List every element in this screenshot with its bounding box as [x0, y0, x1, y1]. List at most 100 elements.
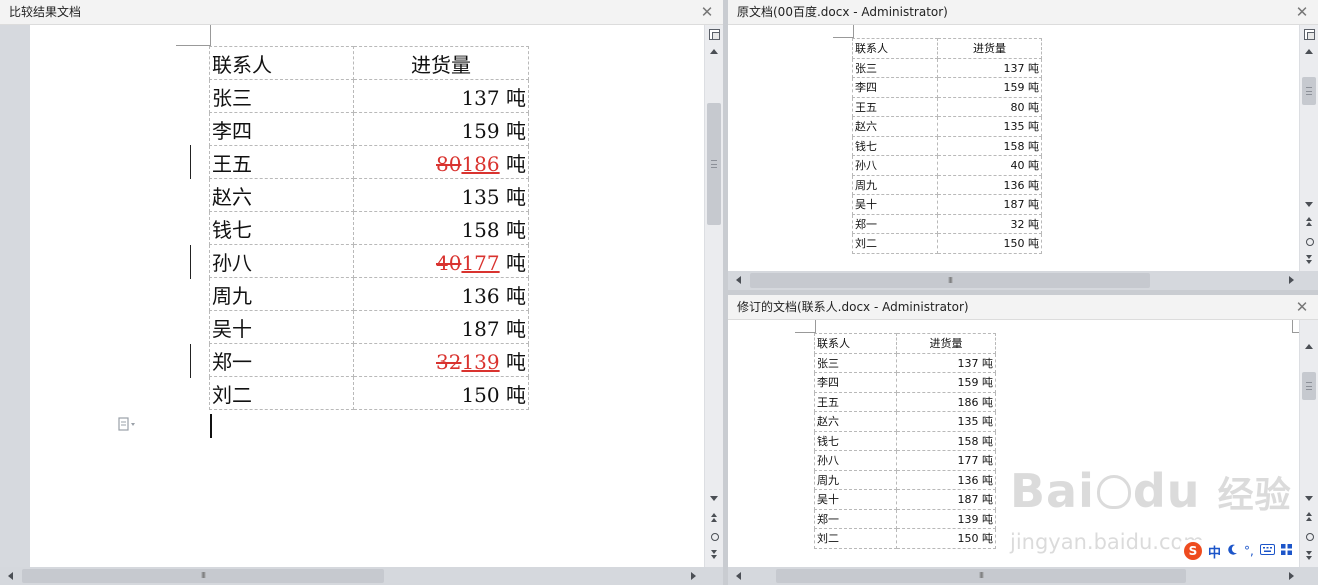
name-cell[interactable]: 郑一 — [814, 508, 897, 529]
quantity-cell[interactable]: 159 吨 — [937, 77, 1042, 98]
scroll-right-icon[interactable] — [686, 569, 700, 583]
scrollbar-thumb[interactable] — [707, 103, 721, 225]
quantity-cell-revised[interactable]: 32139 吨 — [353, 343, 529, 377]
menu-grid-icon[interactable] — [1280, 544, 1292, 558]
horizontal-scrollbar[interactable]: III — [728, 567, 1318, 585]
name-cell[interactable]: 赵六 — [814, 411, 897, 432]
name-cell[interactable]: 张三 — [852, 57, 938, 78]
quantity-cell[interactable]: 158 吨 — [896, 430, 996, 451]
ime-toolbar[interactable]: S 中 °, — [1180, 540, 1296, 562]
quantity-cell[interactable]: 136 吨 — [353, 277, 529, 311]
split-view-icon[interactable] — [1302, 27, 1316, 41]
quantity-cell[interactable]: 159 吨 — [896, 372, 996, 393]
next-page-icon[interactable] — [1302, 252, 1316, 266]
close-icon[interactable]: ✕ — [1294, 295, 1310, 320]
name-cell[interactable]: 周九 — [852, 174, 938, 195]
name-cell[interactable]: 王五 — [814, 391, 897, 412]
name-cell[interactable]: 钱七 — [852, 135, 938, 156]
header-cell[interactable]: 联系人 — [852, 38, 938, 59]
quantity-cell[interactable]: 135 吨 — [896, 411, 996, 432]
scrollbar-thumb[interactable]: III — [750, 273, 1150, 288]
name-cell[interactable]: 李四 — [209, 112, 354, 146]
quantity-cell[interactable]: 135 吨 — [353, 178, 529, 212]
name-cell[interactable]: 周九 — [814, 469, 897, 490]
name-cell[interactable]: 郑一 — [209, 343, 354, 377]
name-cell[interactable]: 钱七 — [209, 211, 354, 245]
header-cell[interactable]: 联系人 — [814, 333, 897, 354]
name-cell[interactable]: 吴十 — [209, 310, 354, 344]
name-cell[interactable]: 张三 — [209, 79, 354, 113]
name-cell[interactable]: 周九 — [209, 277, 354, 311]
scroll-down-icon[interactable] — [1302, 197, 1316, 211]
quantity-cell[interactable]: 137 吨 — [353, 79, 529, 113]
name-cell[interactable]: 刘二 — [814, 528, 897, 549]
document-page[interactable]: 联系人 进货量 张三 137 吨 李四 159 吨 王五 186 吨 赵六 135 吨 … — [728, 320, 1299, 567]
scroll-left-icon[interactable] — [732, 569, 746, 583]
name-cell[interactable]: 李四 — [814, 372, 897, 393]
next-page-icon[interactable] — [707, 547, 721, 561]
name-cell[interactable]: 郑一 — [852, 213, 938, 234]
horizontal-scrollbar[interactable]: III — [728, 271, 1318, 290]
quantity-cell[interactable]: 159 吨 — [353, 112, 529, 146]
quantity-cell[interactable]: 150 吨 — [937, 233, 1042, 254]
quantity-cell[interactable]: 137 吨 — [896, 352, 996, 373]
scroll-up-icon[interactable] — [1302, 45, 1316, 59]
header-cell[interactable]: 进货量 — [896, 333, 996, 354]
header-cell[interactable]: 进货量 — [937, 38, 1042, 59]
scroll-down-icon[interactable] — [707, 491, 721, 505]
paste-options-icon[interactable] — [118, 417, 136, 435]
name-cell[interactable]: 王五 — [852, 96, 938, 117]
ime-language-toggle[interactable]: 中 — [1208, 542, 1221, 561]
scroll-right-icon[interactable] — [1284, 569, 1298, 583]
quantity-cell[interactable]: 158 吨 — [937, 135, 1042, 156]
quantity-cell[interactable]: 135 吨 — [937, 116, 1042, 137]
name-cell[interactable]: 吴十 — [814, 489, 897, 510]
name-cell[interactable]: 刘二 — [852, 233, 938, 254]
header-cell[interactable]: 联系人 — [209, 46, 354, 80]
browse-object-icon[interactable] — [1302, 529, 1316, 543]
scrollbar-thumb[interactable] — [1302, 77, 1316, 105]
scroll-down-icon[interactable] — [1302, 491, 1316, 505]
name-cell[interactable]: 赵六 — [852, 116, 938, 137]
scroll-left-icon[interactable] — [4, 569, 18, 583]
keyboard-icon[interactable] — [1259, 544, 1275, 558]
quantity-cell[interactable]: 139 吨 — [896, 508, 996, 529]
previous-page-icon[interactable] — [707, 511, 721, 525]
vertical-scrollbar[interactable] — [1299, 25, 1318, 271]
browse-object-icon[interactable] — [707, 529, 721, 543]
quantity-cell-revised[interactable]: 80186 吨 — [353, 145, 529, 179]
quantity-cell[interactable]: 177 吨 — [896, 450, 996, 471]
quantity-cell[interactable]: 158 吨 — [353, 211, 529, 245]
quantity-cell[interactable]: 187 吨 — [937, 194, 1042, 215]
quantity-cell[interactable]: 186 吨 — [896, 391, 996, 412]
previous-page-icon[interactable] — [1302, 510, 1316, 524]
split-view-icon[interactable] — [707, 27, 721, 41]
quantity-cell[interactable]: 32 吨 — [937, 213, 1042, 234]
scroll-left-icon[interactable] — [732, 273, 746, 287]
name-cell[interactable]: 王五 — [209, 145, 354, 179]
quantity-cell[interactable]: 150 吨 — [353, 376, 529, 410]
previous-page-icon[interactable] — [1302, 215, 1316, 229]
quantity-cell[interactable]: 136 吨 — [937, 174, 1042, 195]
name-cell[interactable]: 吴十 — [852, 194, 938, 215]
document-page[interactable]: 联系人 进货量 张三 137 吨 李四 159 吨 王五 80 吨 赵六 135 吨 钱… — [728, 25, 1299, 271]
name-cell[interactable]: 孙八 — [852, 155, 938, 176]
horizontal-scrollbar[interactable]: III — [0, 567, 723, 585]
quantity-cell[interactable]: 40 吨 — [937, 155, 1042, 176]
quantity-cell[interactable]: 187 吨 — [896, 489, 996, 510]
browse-object-icon[interactable] — [1302, 234, 1316, 248]
scroll-up-icon[interactable] — [707, 45, 721, 59]
name-cell[interactable]: 张三 — [814, 352, 897, 373]
name-cell[interactable]: 赵六 — [209, 178, 354, 212]
scrollbar-thumb[interactable]: III — [776, 569, 1186, 583]
close-icon[interactable]: ✕ — [1294, 0, 1310, 25]
name-cell[interactable]: 李四 — [852, 77, 938, 98]
header-cell[interactable]: 进货量 — [353, 46, 529, 80]
name-cell[interactable]: 孙八 — [814, 450, 897, 471]
name-cell[interactable]: 钱七 — [814, 430, 897, 451]
name-cell[interactable]: 孙八 — [209, 244, 354, 278]
quantity-cell[interactable]: 80 吨 — [937, 96, 1042, 117]
moon-icon[interactable] — [1227, 544, 1238, 559]
scroll-up-icon[interactable] — [1302, 340, 1316, 354]
quantity-cell-revised[interactable]: 40177 吨 — [353, 244, 529, 278]
